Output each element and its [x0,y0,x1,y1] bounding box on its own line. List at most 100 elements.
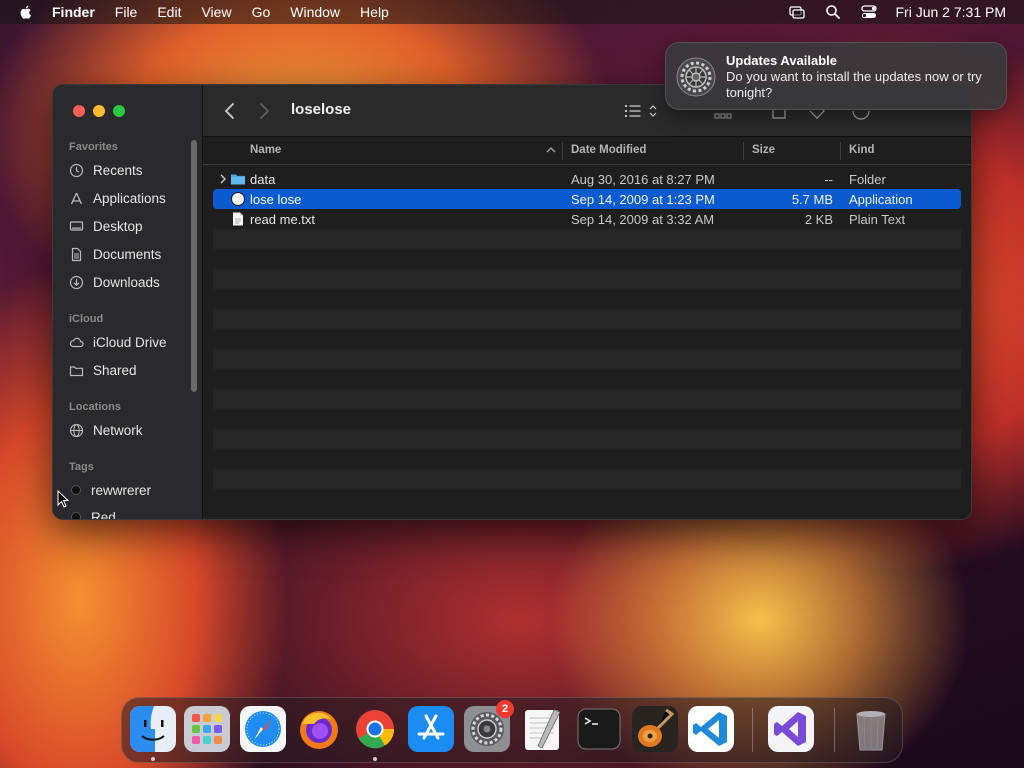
application-icon [231,192,245,206]
file-row-lose-lose[interactable]: lose lose Sep 14, 2009 at 1:23 PM 5.7 MB… [213,189,961,209]
sidebar: Favorites Recents Applications Desktop D… [53,85,203,519]
cloud-icon [69,337,84,347]
launchpad-icon [184,706,230,752]
empty-row [213,229,961,249]
dock-terminal[interactable] [576,706,622,752]
menu-edit[interactable]: Edit [157,4,181,20]
notification-badge: 2 [496,700,514,718]
close-window-button[interactable] [73,105,85,117]
tag-color-dot [71,512,81,519]
dock-launchpad[interactable] [184,706,230,752]
dock-finder[interactable] [130,706,176,752]
back-chevron-icon[interactable] [221,101,239,121]
column-divider[interactable] [840,142,841,160]
dock-divider [752,708,753,752]
sidebar-item-label: rewwrerer [91,482,152,498]
system-settings-gear-icon [676,57,716,97]
sidebar-item-documents[interactable]: Documents [69,244,161,264]
file-browser: loselose Name Date Modified Size Kind da… [203,85,971,519]
dock-vscode[interactable] [688,706,734,752]
update-notification[interactable]: Updates Available Do you want to install… [665,42,1007,110]
file-row-data[interactable]: data Aug 30, 2016 at 8:27 PM -- Folder [213,169,961,189]
file-date-modified: Sep 14, 2009 at 3:32 AM [571,212,715,227]
file-list: data Aug 30, 2016 at 8:27 PM -- Folder l… [213,169,961,489]
file-date-modified: Aug 30, 2016 at 8:27 PM [571,172,715,187]
apple-icon[interactable] [18,4,34,20]
dock-chrome[interactable] [352,706,398,752]
zoom-window-button[interactable] [113,105,125,117]
sidebar-item-recents[interactable]: Recents [69,160,143,180]
menu-finder[interactable]: Finder [52,4,95,20]
sidebar-item-label: Documents [93,246,162,262]
window-title: loselose [291,101,352,118]
menu-go[interactable]: Go [252,4,271,20]
sidebar-item-tag-red[interactable]: Red [69,507,116,519]
menu-bar: Finder File Edit View Go Window Help Fri… [0,0,1024,24]
column-header: Name Date Modified Size Kind [203,137,971,165]
list-view-icon[interactable] [623,101,663,121]
dock-firefox[interactable] [296,706,342,752]
dock-trash[interactable] [848,706,894,752]
column-divider[interactable] [743,142,744,160]
sidebar-item-label: Downloads [93,274,160,290]
tag-color-dot [71,485,81,495]
dock-visual-studio[interactable] [768,706,814,752]
forward-chevron-icon[interactable] [255,101,273,121]
column-header-name[interactable]: Name [250,144,281,156]
document-icon [71,247,82,261]
column-header-size[interactable]: Size [752,144,775,156]
sidebar-item-label: Recents [93,162,143,178]
sort-ascending-chevron-icon[interactable] [546,146,556,154]
sidebar-section-tags: Tags [69,461,94,473]
sidebar-item-label: Network [93,422,143,438]
menu-file[interactable]: File [115,4,138,20]
running-indicator [373,757,377,761]
empty-row [213,329,961,349]
column-header-kind[interactable]: Kind [849,144,875,156]
sidebar-item-downloads[interactable]: Downloads [69,272,160,292]
dock-textedit[interactable] [520,706,566,752]
empty-row [213,369,961,389]
menu-help[interactable]: Help [360,4,389,20]
dock-safari[interactable] [240,706,286,752]
empty-row [213,469,961,489]
column-header-date-modified[interactable]: Date Modified [571,144,646,156]
sidebar-item-icloud-drive[interactable]: iCloud Drive [69,332,167,352]
file-size: 2 KB [804,212,833,227]
trash-icon [856,711,886,751]
safari-compass-icon [240,706,286,752]
mouse-pointer-icon [57,490,69,508]
menu-window[interactable]: Window [290,4,340,20]
notification-body: Do you want to install the updates now o… [726,69,982,100]
file-kind: Plain Text [849,212,906,227]
menu-view[interactable]: View [201,4,231,20]
sidebar-item-applications[interactable]: Applications [69,188,166,208]
dock-garageband[interactable] [632,706,678,752]
sidebar-scrollbar[interactable] [191,140,197,392]
textedit-icon [525,709,561,750]
column-divider[interactable] [562,142,563,160]
file-size: 5.7 MB [791,192,833,207]
sidebar-item-label: Shared [93,362,137,378]
control-center-icon[interactable] [860,3,878,21]
file-row-read-me[interactable]: read me.txt Sep 14, 2009 at 3:32 AM 2 KB… [213,209,961,229]
dock-app-store[interactable] [408,706,454,752]
text-file-icon [233,212,243,226]
empty-row [213,309,961,329]
menu-bar-status: Fri Jun 2 7:31 PM [770,0,1007,24]
menu-bar-clock[interactable]: Fri Jun 2 7:31 PM [896,4,1007,20]
disclosure-chevron-icon[interactable] [219,174,227,184]
sidebar-item-tag-rewwrerer[interactable]: rewwrerer [69,480,151,500]
firefox-icon [300,711,338,749]
desktop-icon [69,220,84,231]
sidebar-item-desktop[interactable]: Desktop [69,216,143,236]
file-name: lose lose [250,192,302,207]
sidebar-item-network[interactable]: Network [69,420,143,440]
spotlight-search-icon[interactable] [824,3,842,21]
screen-mirroring-icon[interactable] [788,3,806,21]
empty-row [213,289,961,309]
vscode-icon [688,706,734,752]
empty-row [213,429,961,449]
sidebar-item-shared[interactable]: Shared [69,360,137,380]
minimize-window-button[interactable] [93,105,105,117]
